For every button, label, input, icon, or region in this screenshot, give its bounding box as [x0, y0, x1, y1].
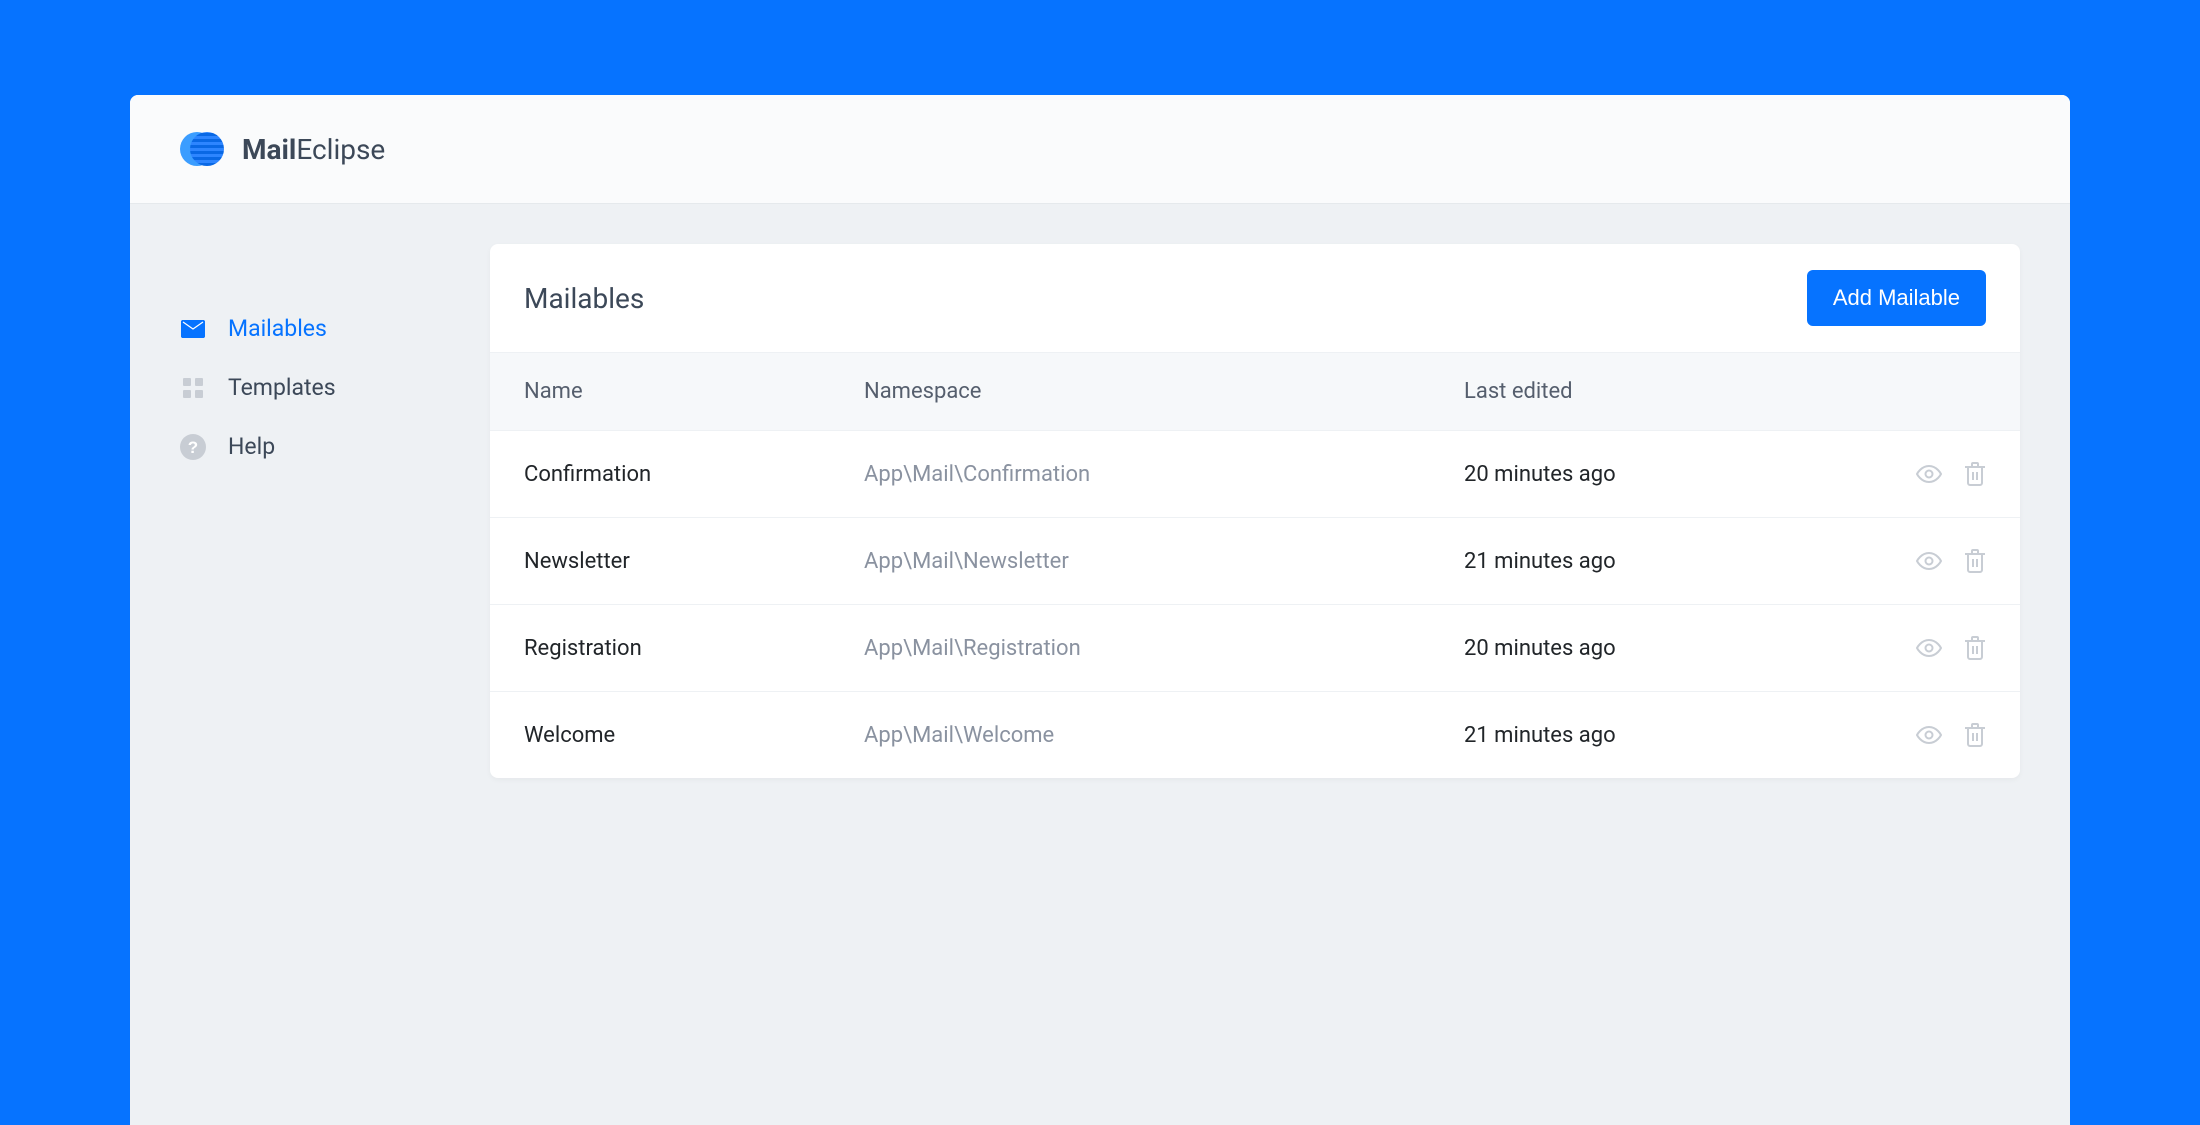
row-actions: [1886, 548, 1986, 574]
mailable-namespace: App\Mail\Newsletter: [864, 549, 1464, 574]
brand-name-regular: Eclipse: [296, 133, 385, 166]
table-row[interactable]: Welcome App\Mail\Welcome 21 minutes ago: [490, 692, 2020, 778]
view-icon[interactable]: [1916, 461, 1942, 487]
logo-icon: [180, 127, 224, 171]
view-icon[interactable]: [1916, 722, 1942, 748]
sidebar: Mailables Templates: [130, 244, 440, 778]
table-header: Name Namespace Last edited: [490, 353, 2020, 431]
grid-icon: [180, 375, 206, 401]
mailable-last-edited: 21 minutes ago: [1464, 549, 1886, 574]
sidebar-item-templates[interactable]: Templates: [180, 358, 440, 417]
table-row[interactable]: Newsletter App\Mail\Newsletter 21 minute…: [490, 518, 2020, 605]
brand-name: MailEclipse: [242, 133, 385, 166]
sidebar-item-label: Help: [228, 433, 275, 460]
add-mailable-button[interactable]: Add Mailable: [1807, 270, 1986, 326]
mailable-namespace: App\Mail\Confirmation: [864, 462, 1464, 487]
mailable-last-edited: 20 minutes ago: [1464, 462, 1886, 487]
brand-logo[interactable]: MailEclipse: [180, 127, 385, 171]
mailable-last-edited: 21 minutes ago: [1464, 723, 1886, 748]
table-row[interactable]: Registration App\Mail\Registration 20 mi…: [490, 605, 2020, 692]
app-header: MailEclipse: [130, 95, 2070, 204]
page-title: Mailables: [524, 282, 644, 315]
trash-icon[interactable]: [1964, 636, 1986, 660]
main-area: Mailables Templates: [130, 204, 2070, 778]
sidebar-item-mailables[interactable]: Mailables: [180, 299, 440, 358]
view-icon[interactable]: [1916, 635, 1942, 661]
mailable-namespace: App\Mail\Welcome: [864, 723, 1464, 748]
mailable-name: Registration: [524, 636, 864, 661]
column-header-last-edited: Last edited: [1464, 379, 1886, 404]
card-header: Mailables Add Mailable: [490, 244, 2020, 353]
trash-icon[interactable]: [1964, 549, 1986, 573]
app-window: MailEclipse Mailables: [130, 95, 2070, 1125]
column-header-name: Name: [524, 379, 864, 404]
sidebar-item-label: Templates: [228, 374, 336, 401]
trash-icon[interactable]: [1964, 462, 1986, 486]
svg-text:?: ?: [188, 438, 198, 457]
row-actions: [1886, 635, 1986, 661]
mailable-name: Confirmation: [524, 462, 864, 487]
brand-name-bold: Mail: [242, 133, 296, 166]
view-icon[interactable]: [1916, 548, 1942, 574]
table-row[interactable]: Confirmation App\Mail\Confirmation 20 mi…: [490, 431, 2020, 518]
mailable-name: Newsletter: [524, 549, 864, 574]
mailable-last-edited: 20 minutes ago: [1464, 636, 1886, 661]
trash-icon[interactable]: [1964, 723, 1986, 747]
envelope-icon: [180, 316, 206, 342]
sidebar-item-label: Mailables: [228, 315, 327, 342]
mailable-name: Welcome: [524, 723, 864, 748]
sidebar-item-help[interactable]: ? Help: [180, 417, 440, 476]
help-icon: ?: [180, 434, 206, 460]
row-actions: [1886, 722, 1986, 748]
mailables-card: Mailables Add Mailable Name Namespace La…: [490, 244, 2020, 778]
column-header-namespace: Namespace: [864, 379, 1464, 404]
mailable-namespace: App\Mail\Registration: [864, 636, 1464, 661]
row-actions: [1886, 461, 1986, 487]
content-area: Mailables Add Mailable Name Namespace La…: [440, 244, 2070, 778]
